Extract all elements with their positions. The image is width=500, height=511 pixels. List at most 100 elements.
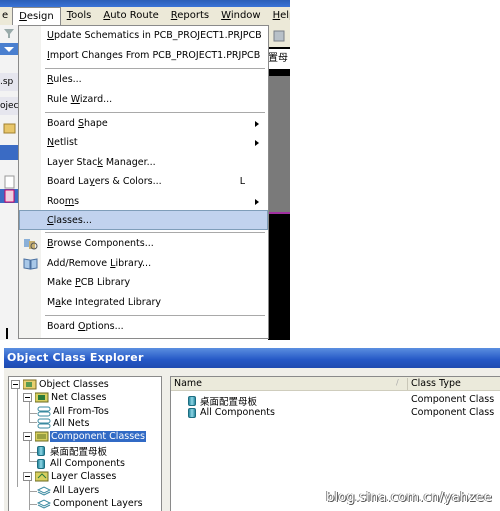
tab-fragment-sp[interactable]: .sp [0,73,19,91]
component-icon [188,396,196,406]
row-class-type: Component Class [411,407,495,418]
library-book-icon [23,257,38,270]
shortcut-label: L [239,176,245,187]
background-panel-left: .sp ojec [0,25,19,340]
column-divider[interactable] [407,378,408,390]
menu-item-make-integrated-library[interactable]: Make Integrated Library [20,293,267,312]
sort-indicator-icon: / [396,378,399,387]
row-name: All Components [200,407,275,418]
design-menu: Update Schematics in PCB_PROJECT1.PRJPCB… [18,25,269,339]
menu-separator [45,68,265,69]
folder-icon [0,121,19,135]
tree-line [29,461,37,462]
canvas-divider [268,212,290,214]
column-header-class-type[interactable]: Class Type [411,378,461,389]
menu-item-rule-wizard[interactable]: Rule Wizard... [20,90,267,109]
component-icon [37,458,45,469]
menu-window[interactable]: Window [215,7,266,25]
menu-file-clipped[interactable]: e [0,7,12,25]
row-name: 桌面配置母板 [200,397,258,408]
class-tree: Object Classes Net Classes All From-Tos … [8,376,162,511]
tree-line [29,452,37,453]
menu-item-rules[interactable]: Rules... [20,70,267,89]
tree-line [17,389,18,487]
menu-item-browse-components[interactable]: Browse Components... [20,234,267,253]
menu-item-import-changes[interactable]: Import Changes From PCB_PROJECT1.PRJPCB [20,46,267,65]
column-header-name[interactable]: Name [174,378,202,389]
menu-reports[interactable]: Reports [165,7,215,25]
collapse-icon[interactable] [11,380,20,389]
menu-item-classes[interactable]: Classes... [19,210,268,230]
layer-icon [37,499,51,509]
layer-classes-folder-icon [35,471,49,482]
tree-node-all-components[interactable]: All Components [37,457,126,470]
tree-line [29,441,30,461]
menu-separator [45,112,265,113]
tree-node-layer-classes[interactable]: Layer Classes [23,470,117,483]
tree-node-component-layers[interactable]: Component Layers [37,497,144,510]
watermark: blog.sina.com.cn/yahzee [326,490,492,505]
collapse-icon[interactable] [23,393,32,402]
background-panel-right: 置母 [268,25,290,340]
layer-icon [37,486,51,496]
component-icon [188,407,196,418]
submenu-arrow-icon [255,139,259,146]
menu-tools[interactable]: Tools [61,7,98,25]
pcb-editor-screenshot: e Design Tools Auto Route Reports Window… [0,0,290,340]
menu-help[interactable]: Help [267,7,290,25]
menu-bar: e Design Tools Auto Route Reports Window… [0,7,290,26]
object-classes-folder-icon [23,379,37,390]
tree-node-net-classes[interactable]: Net Classes [23,391,107,404]
selected-strip [0,145,19,160]
tree-line [29,491,37,492]
tree-line [29,480,30,510]
menu-item-update-schematics[interactable]: Update Schematics in PCB_PROJECT1.PRJPCB [20,26,267,45]
browse-components-icon [23,237,38,250]
menu-auto-route[interactable]: Auto Route [97,7,164,25]
dropdown-button[interactable] [0,43,19,55]
tree-node-all-nets[interactable]: All Nets [37,417,90,430]
title-bar [0,0,290,7]
net-icon [37,418,51,429]
menu-item-board-layers-colors[interactable]: Board Layers & Colors... L [20,172,267,191]
submenu-arrow-icon [255,198,259,205]
tab-fragment-project[interactable]: ojec [0,97,19,115]
pcb-canvas-gray [268,76,290,212]
net-classes-folder-icon [35,392,49,403]
tree-line [29,422,37,423]
row-class-type: Component Class [411,394,495,405]
object-class-explorer-title: Object Class Explorer [4,348,500,368]
menu-design[interactable]: Design [12,7,61,26]
tree-node-desktop-motherboard[interactable]: 桌面配置母板 [37,444,108,458]
tree-line [29,413,37,414]
component-icon [37,445,45,456]
collapse-icon[interactable] [23,432,32,441]
menu-item-rooms[interactable]: Rooms [20,192,267,211]
net-icon [37,406,51,417]
tab-fragment-chinese[interactable]: 置母 [268,49,290,69]
list-header: Name / Class Type [171,377,500,391]
menu-item-make-pcb-library[interactable]: Make PCB Library [20,273,267,292]
menu-item-layer-stack-manager[interactable]: Layer Stack Manager... [20,153,267,172]
submenu-arrow-icon [255,120,259,127]
menu-item-add-remove-library[interactable]: Add/Remove Library... [20,254,267,273]
menu-item-board-shape[interactable]: Board Shape [20,114,267,133]
menu-separator [45,232,265,233]
document-icon [0,175,19,189]
menu-separator [45,315,265,316]
list-row[interactable]: 桌面配置母板 Component Class [171,394,500,408]
collapse-icon[interactable] [23,472,32,481]
tree-node-object-classes[interactable]: Object Classes [11,378,110,391]
browse-icon [268,25,290,47]
component-classes-folder-icon [35,431,49,442]
list-row[interactable]: All Components Component Class [171,407,500,420]
filter-icon [0,25,19,41]
tree-line [29,504,37,505]
tree-node-all-layers[interactable]: All Layers [37,484,100,497]
text-cursor [6,328,8,339]
tree-node-component-classes[interactable]: Component Classes [23,430,146,443]
tree-line [29,402,30,422]
menu-item-netlist[interactable]: Netlist [20,133,267,152]
document-icon-selected [0,189,19,203]
menu-item-board-options[interactable]: Board Options... [20,317,267,336]
